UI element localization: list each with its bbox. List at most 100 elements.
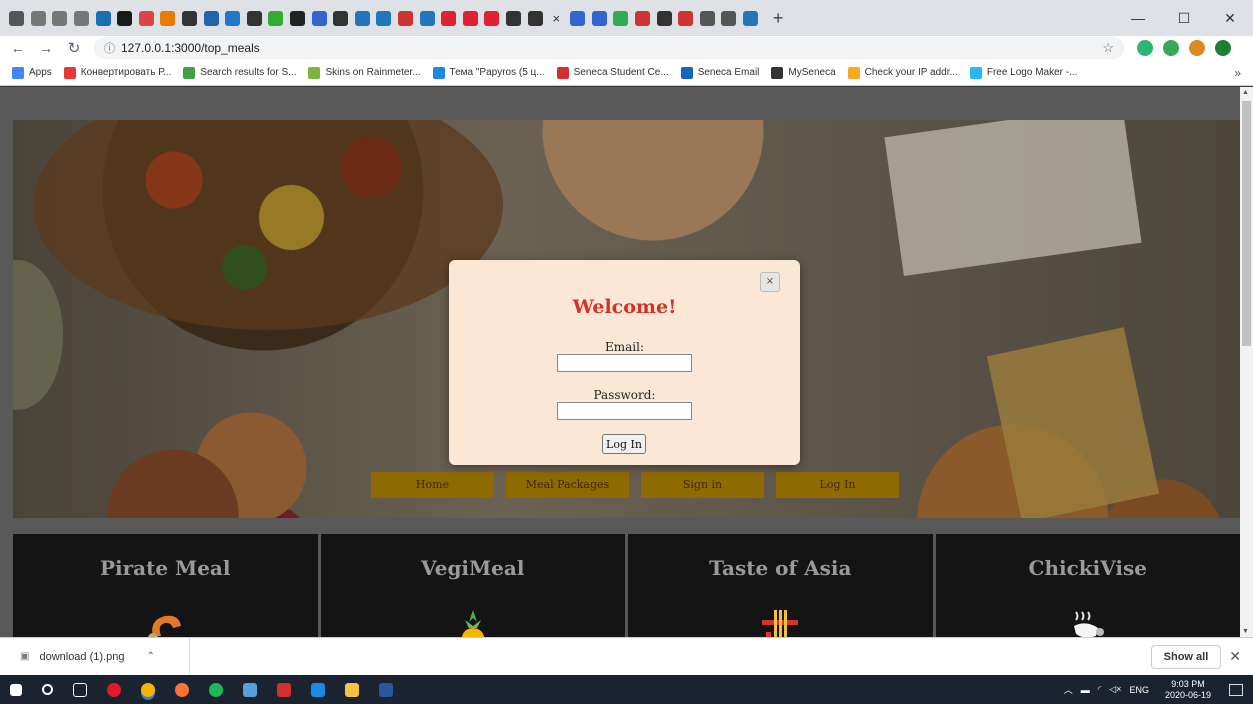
tab-favicon-icon[interactable] xyxy=(397,10,413,26)
tab-favicon-icon[interactable] xyxy=(505,10,521,26)
bookmarks-more-icon[interactable]: » xyxy=(1234,66,1241,80)
scrollbar-thumb[interactable] xyxy=(1242,101,1251,346)
tab-favicon-icon[interactable] xyxy=(484,10,500,26)
network-icon[interactable]: ◜ xyxy=(1098,684,1102,695)
vscode-icon[interactable] xyxy=(311,682,325,697)
tab-favicon-icon[interactable] xyxy=(74,10,90,26)
tab-favicon-icon[interactable] xyxy=(160,10,176,26)
tab-favicon-icon[interactable] xyxy=(419,10,435,26)
tab-favicon-icon[interactable] xyxy=(527,10,543,26)
login-submit-button[interactable]: Log In xyxy=(602,434,646,454)
chrome-icon[interactable] xyxy=(141,682,155,697)
modal-close-button[interactable]: × xyxy=(760,272,780,292)
firefox-icon[interactable] xyxy=(175,682,189,697)
tab-favicon-icon[interactable] xyxy=(462,10,478,26)
clock-date: 2020-06-19 xyxy=(1164,689,1211,700)
tab-favicon-icon[interactable] xyxy=(678,10,694,26)
tab-favicon-icon[interactable] xyxy=(203,10,219,26)
bookmark-item[interactable]: Конвертировать Р... xyxy=(63,66,171,79)
extension-icon[interactable] xyxy=(1215,40,1231,56)
bookmark-item[interactable]: Seneca Student Ce... xyxy=(556,66,669,79)
minimize-button[interactable]: — xyxy=(1115,0,1161,36)
close-downloads-button[interactable]: ✕ xyxy=(1229,648,1241,665)
bookmark-item[interactable]: Search results for S... xyxy=(183,66,296,79)
extension-icon[interactable] xyxy=(1163,40,1179,56)
acrobat-icon[interactable] xyxy=(277,682,291,697)
download-item[interactable]: ▣ download (1).png ⌃ xyxy=(20,637,190,676)
nav-sign-in[interactable]: Sign in xyxy=(641,472,764,498)
tab-favicon-icon[interactable] xyxy=(290,10,306,26)
meal-card-chicki[interactable]: ChickiVise xyxy=(935,534,1240,637)
word-icon[interactable] xyxy=(379,682,393,697)
clock[interactable]: 9:03 PM 2020-06-19 xyxy=(1165,679,1211,701)
tab-favicon-icon[interactable] xyxy=(225,10,241,26)
language-indicator[interactable]: ENG xyxy=(1129,685,1149,695)
app-icon[interactable] xyxy=(243,682,257,697)
tab-favicon-icon[interactable] xyxy=(182,10,198,26)
extension-icon[interactable] xyxy=(1137,40,1153,56)
tab-favicon-icon[interactable] xyxy=(95,10,111,26)
email-field[interactable] xyxy=(557,354,692,372)
windows-start-icon[interactable] xyxy=(10,683,22,696)
tab-favicon-icon[interactable] xyxy=(268,10,284,26)
bookmark-item[interactable]: Free Logo Maker -... xyxy=(969,66,1077,79)
tab-favicon-icon[interactable] xyxy=(30,10,46,26)
reload-icon[interactable]: ↻ xyxy=(64,39,84,57)
scroll-up-arrow-icon[interactable]: ▲ xyxy=(1242,89,1249,96)
bookmark-item[interactable]: Check your IP addr... xyxy=(847,66,958,79)
nav-meal-packages[interactable]: Meal Packages xyxy=(506,472,629,498)
forward-arrow-icon[interactable]: → xyxy=(36,40,56,57)
tab-favicon-icon[interactable] xyxy=(613,10,629,26)
tab-favicon-icon[interactable] xyxy=(570,10,586,26)
info-icon[interactable]: ⓘ xyxy=(104,40,115,56)
tab-favicon-icon[interactable] xyxy=(138,10,154,26)
bookmark-star-icon[interactable]: ☆ xyxy=(1102,40,1114,56)
new-tab-button[interactable]: + xyxy=(767,7,789,29)
close-window-button[interactable]: ✕ xyxy=(1207,0,1253,36)
bookmark-item[interactable]: Seneca Email xyxy=(680,66,759,79)
page-scrollbar[interactable]: ▲ ▼ xyxy=(1240,87,1253,637)
tab-favicon-icon[interactable] xyxy=(634,10,650,26)
tab-favicon-icon[interactable] xyxy=(656,10,672,26)
tab-favicon-icon[interactable] xyxy=(311,10,327,26)
opera-icon[interactable] xyxy=(107,682,121,697)
task-view-icon[interactable] xyxy=(73,682,87,697)
tab-favicon-icon[interactable] xyxy=(591,10,607,26)
tab-favicon-icon[interactable] xyxy=(742,10,758,26)
maximize-button[interactable]: ☐ xyxy=(1161,0,1207,36)
close-tab-icon[interactable]: × xyxy=(549,11,564,26)
tab-favicon-icon[interactable] xyxy=(246,10,262,26)
nav-log-in[interactable]: Log In xyxy=(776,472,899,498)
meal-card-pirate[interactable]: Pirate Meal xyxy=(13,534,318,637)
tab-favicon-icon[interactable] xyxy=(721,10,737,26)
bookmark-item[interactable]: MySeneca xyxy=(771,66,836,79)
profile-avatar[interactable] xyxy=(1189,40,1205,56)
tab-favicon-icon[interactable] xyxy=(333,10,349,26)
scroll-down-arrow-icon[interactable]: ▼ xyxy=(1242,628,1249,635)
battery-icon[interactable]: ▬ xyxy=(1081,685,1090,695)
spotify-icon[interactable] xyxy=(209,682,223,697)
meal-card-vegi[interactable]: VegiMeal xyxy=(320,534,625,637)
search-icon[interactable] xyxy=(42,684,53,695)
back-arrow-icon[interactable]: ← xyxy=(8,40,28,57)
notifications-icon[interactable] xyxy=(1229,683,1243,696)
tab-favicon-icon[interactable] xyxy=(9,10,25,26)
chevron-up-icon[interactable]: ⌃ xyxy=(146,651,154,662)
tab-favicon-icon[interactable] xyxy=(52,10,68,26)
bookmark-item[interactable]: Тема "Papyros (5 ц... xyxy=(432,66,545,79)
bookmark-item[interactable]: Skins on Rainmeter... xyxy=(308,66,421,79)
bookmark-item[interactable]: Apps xyxy=(12,66,52,79)
url-field[interactable]: ⓘ 127.0.0.1:3000/top_meals ☆ xyxy=(94,37,1124,59)
tab-favicon-icon[interactable] xyxy=(117,10,133,26)
tab-favicon-icon[interactable] xyxy=(376,10,392,26)
file-explorer-icon[interactable] xyxy=(345,682,359,697)
tab-favicon-icon[interactable] xyxy=(441,10,457,26)
password-field[interactable] xyxy=(557,402,692,420)
meal-card-asia[interactable]: Taste of Asia xyxy=(628,534,933,637)
tray-chevron-icon[interactable]: ︿ xyxy=(1064,683,1073,696)
show-all-button[interactable]: Show all xyxy=(1150,644,1222,669)
volume-muted-icon[interactable]: ◁× xyxy=(1109,684,1121,695)
tab-favicon-icon[interactable] xyxy=(354,10,370,26)
nav-home[interactable]: Home xyxy=(371,472,494,498)
tab-favicon-icon[interactable] xyxy=(699,10,715,26)
